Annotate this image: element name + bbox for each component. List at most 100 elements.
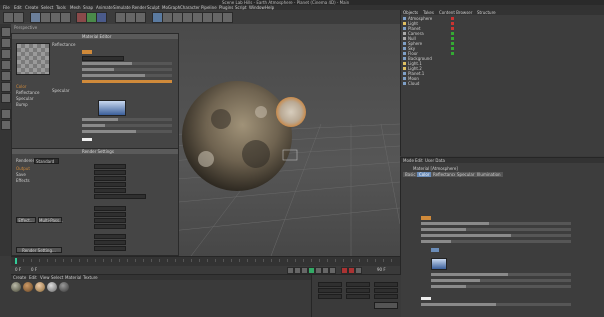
render-setting-button[interactable]: Render Setting... — [16, 247, 62, 253]
attr-slider[interactable] — [431, 279, 571, 282]
param-white-swatch[interactable] — [82, 138, 92, 141]
workplane-icon[interactable] — [1, 120, 11, 130]
attr-slider[interactable] — [421, 303, 571, 306]
renderer-dropdown[interactable]: Standard — [34, 158, 59, 164]
param-field[interactable] — [94, 246, 126, 251]
tab-view[interactable]: View — [40, 275, 50, 280]
subtab-basic[interactable]: Basic — [403, 172, 418, 177]
channel-item[interactable]: Color — [16, 84, 48, 89]
object-row[interactable]: Cloud — [401, 81, 604, 86]
tag-icon[interactable] — [451, 42, 454, 45]
coord-y-field[interactable] — [318, 288, 342, 293]
polygons-mode-icon[interactable] — [1, 82, 11, 92]
attr-slider[interactable] — [431, 285, 571, 288]
param-slider[interactable] — [82, 74, 172, 77]
size-x-field[interactable] — [346, 282, 370, 287]
param-field[interactable] — [94, 240, 126, 245]
attr-color-swatch[interactable] — [421, 216, 431, 220]
material-swatch[interactable] — [47, 282, 57, 292]
param-gradient[interactable] — [98, 100, 126, 116]
prev-frame-icon[interactable] — [301, 267, 308, 274]
param-field[interactable] — [94, 188, 126, 193]
material-swatch[interactable] — [59, 282, 69, 292]
subtab-illumination[interactable]: Illumination — [475, 172, 503, 177]
goto-start-icon[interactable] — [287, 267, 294, 274]
keyframe-icon[interactable] — [355, 267, 362, 274]
redo-icon[interactable] — [13, 12, 24, 23]
edges-mode-icon[interactable] — [1, 71, 11, 81]
param-field[interactable] — [94, 212, 126, 217]
tag-icon[interactable] — [451, 37, 454, 40]
size-y-field[interactable] — [346, 288, 370, 293]
multi-pass-button[interactable]: Multi-Pass... — [38, 217, 63, 223]
param-field[interactable] — [94, 224, 126, 229]
tag-icon[interactable] — [451, 47, 454, 50]
tag-icon[interactable] — [451, 22, 454, 25]
goto-end-icon[interactable] — [329, 267, 336, 274]
param-color-swatch[interactable] — [82, 50, 92, 54]
tag-icon[interactable] — [451, 17, 454, 20]
axis-mode-icon[interactable] — [1, 93, 11, 103]
param-slider[interactable] — [82, 124, 172, 127]
z-axis-icon[interactable] — [96, 12, 107, 23]
param-field[interactable] — [82, 56, 124, 61]
param-field[interactable] — [94, 182, 126, 187]
material-editor-header[interactable]: Material Editor — [12, 34, 178, 39]
param-field[interactable] — [94, 176, 126, 181]
autokey-icon[interactable] — [348, 267, 355, 274]
param-field[interactable] — [94, 234, 126, 239]
attr-blue-chip[interactable] — [431, 248, 439, 252]
rotate-icon[interactable] — [60, 12, 71, 23]
points-mode-icon[interactable] — [1, 60, 11, 70]
tab-takes[interactable]: Takes — [423, 10, 434, 15]
frame-start[interactable]: 0 F — [15, 267, 21, 272]
attr-gradient[interactable] — [431, 258, 447, 270]
tab-select[interactable]: Select — [51, 275, 63, 280]
snap-icon[interactable] — [1, 109, 11, 119]
tab-user-data[interactable]: User Data — [425, 158, 445, 163]
render-settings-header[interactable]: Render Settings — [12, 149, 178, 154]
model-mode-icon[interactable] — [1, 38, 11, 48]
param-slider[interactable] — [82, 68, 172, 71]
make-editable-icon[interactable] — [1, 27, 11, 37]
attr-slider[interactable] — [421, 228, 571, 231]
light-icon[interactable] — [222, 12, 233, 23]
param-slider[interactable] — [82, 130, 172, 133]
param-slider[interactable] — [82, 80, 172, 83]
nav-item-output[interactable]: Output — [16, 166, 30, 171]
timeline-ruler[interactable] — [15, 259, 395, 262]
record-icon[interactable] — [341, 267, 348, 274]
frame-end[interactable]: 90 F — [377, 267, 386, 272]
param-field[interactable] — [94, 164, 126, 169]
channel-item[interactable]: Bump — [16, 102, 48, 107]
tab-objects[interactable]: Objects — [403, 10, 418, 15]
attr-slider[interactable] — [421, 234, 571, 237]
channel-item[interactable]: Reflectance — [16, 90, 48, 95]
param-field[interactable] — [94, 170, 126, 175]
tag-icon[interactable] — [451, 27, 454, 30]
param-field[interactable] — [94, 218, 126, 223]
rot-p-field[interactable] — [374, 288, 398, 293]
tag-icon[interactable] — [451, 52, 454, 55]
apply-button[interactable] — [374, 302, 398, 309]
play-icon[interactable] — [308, 267, 315, 274]
tag-icon[interactable] — [451, 32, 454, 35]
coord-z-field[interactable] — [318, 294, 342, 299]
tab-content-browser[interactable]: Content Browser — [439, 10, 472, 15]
rot-h-field[interactable] — [374, 282, 398, 287]
attr-white-swatch[interactable] — [421, 297, 431, 300]
size-z-field[interactable] — [346, 294, 370, 299]
param-field[interactable] — [94, 194, 146, 199]
attr-slider[interactable] — [421, 222, 571, 225]
param-field[interactable] — [94, 206, 126, 211]
channel-item[interactable]: Specular — [16, 96, 48, 101]
tab-texture[interactable]: Texture — [83, 275, 98, 280]
param-slider[interactable] — [82, 118, 172, 121]
tab-edit[interactable]: Edit — [29, 275, 37, 280]
render-settings-icon[interactable] — [135, 12, 146, 23]
prev-key-icon[interactable] — [294, 267, 301, 274]
tab-mode[interactable]: Mode — [403, 158, 414, 163]
tab-material[interactable]: Material — [65, 275, 81, 280]
coord-x-field[interactable] — [318, 282, 342, 287]
attr-slider[interactable] — [431, 273, 571, 276]
